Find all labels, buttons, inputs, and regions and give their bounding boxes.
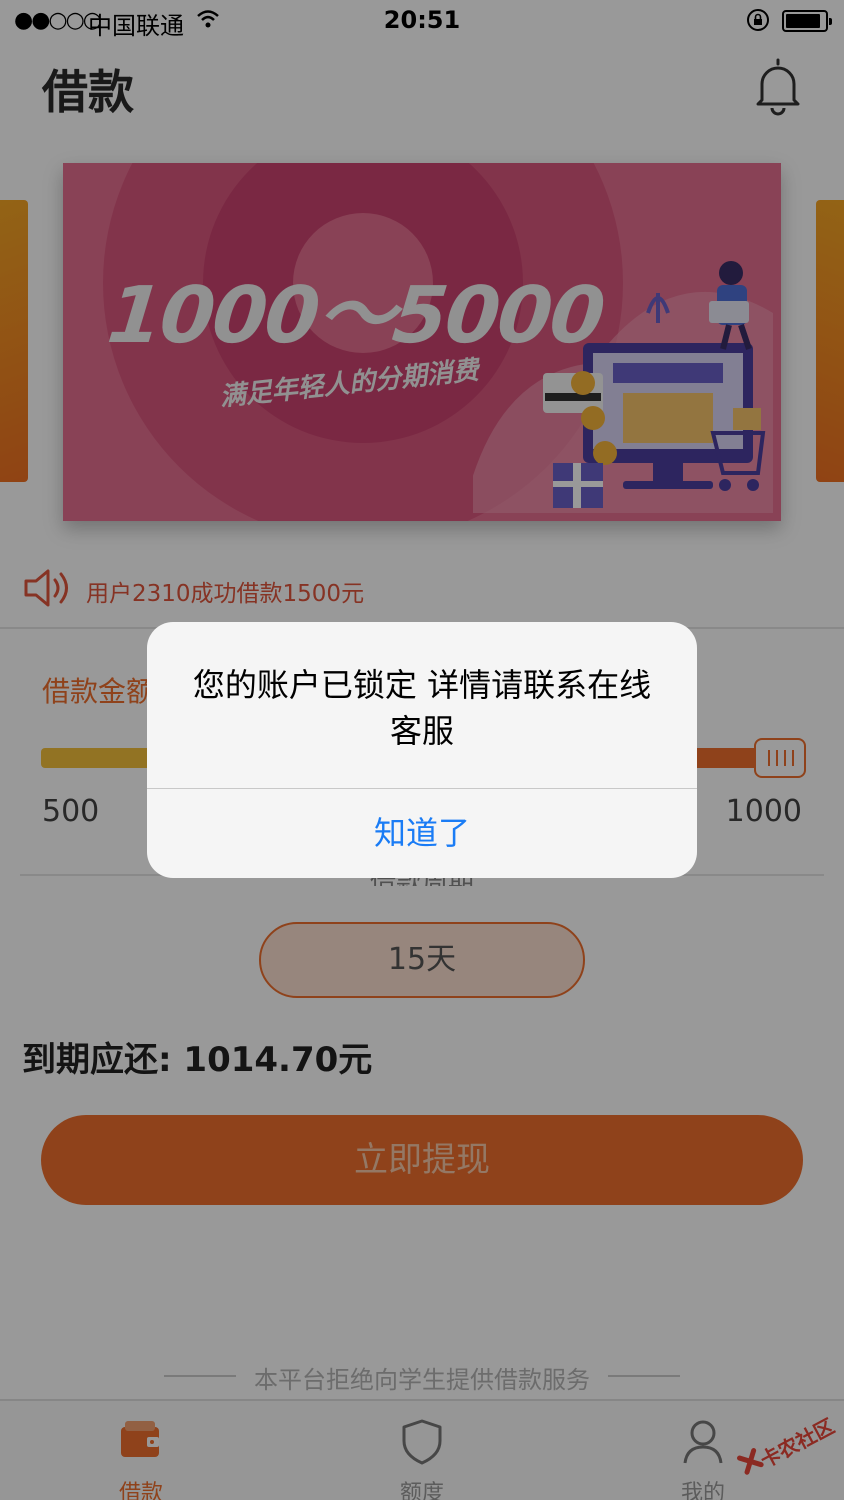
alert-ok-button[interactable]: 知道了 [147, 789, 697, 878]
alert-dialog: 您的账户已锁定 详情请联系在线客服 知道了 [147, 622, 697, 878]
alert-message: 您的账户已锁定 详情请联系在线客服 [192, 666, 652, 750]
